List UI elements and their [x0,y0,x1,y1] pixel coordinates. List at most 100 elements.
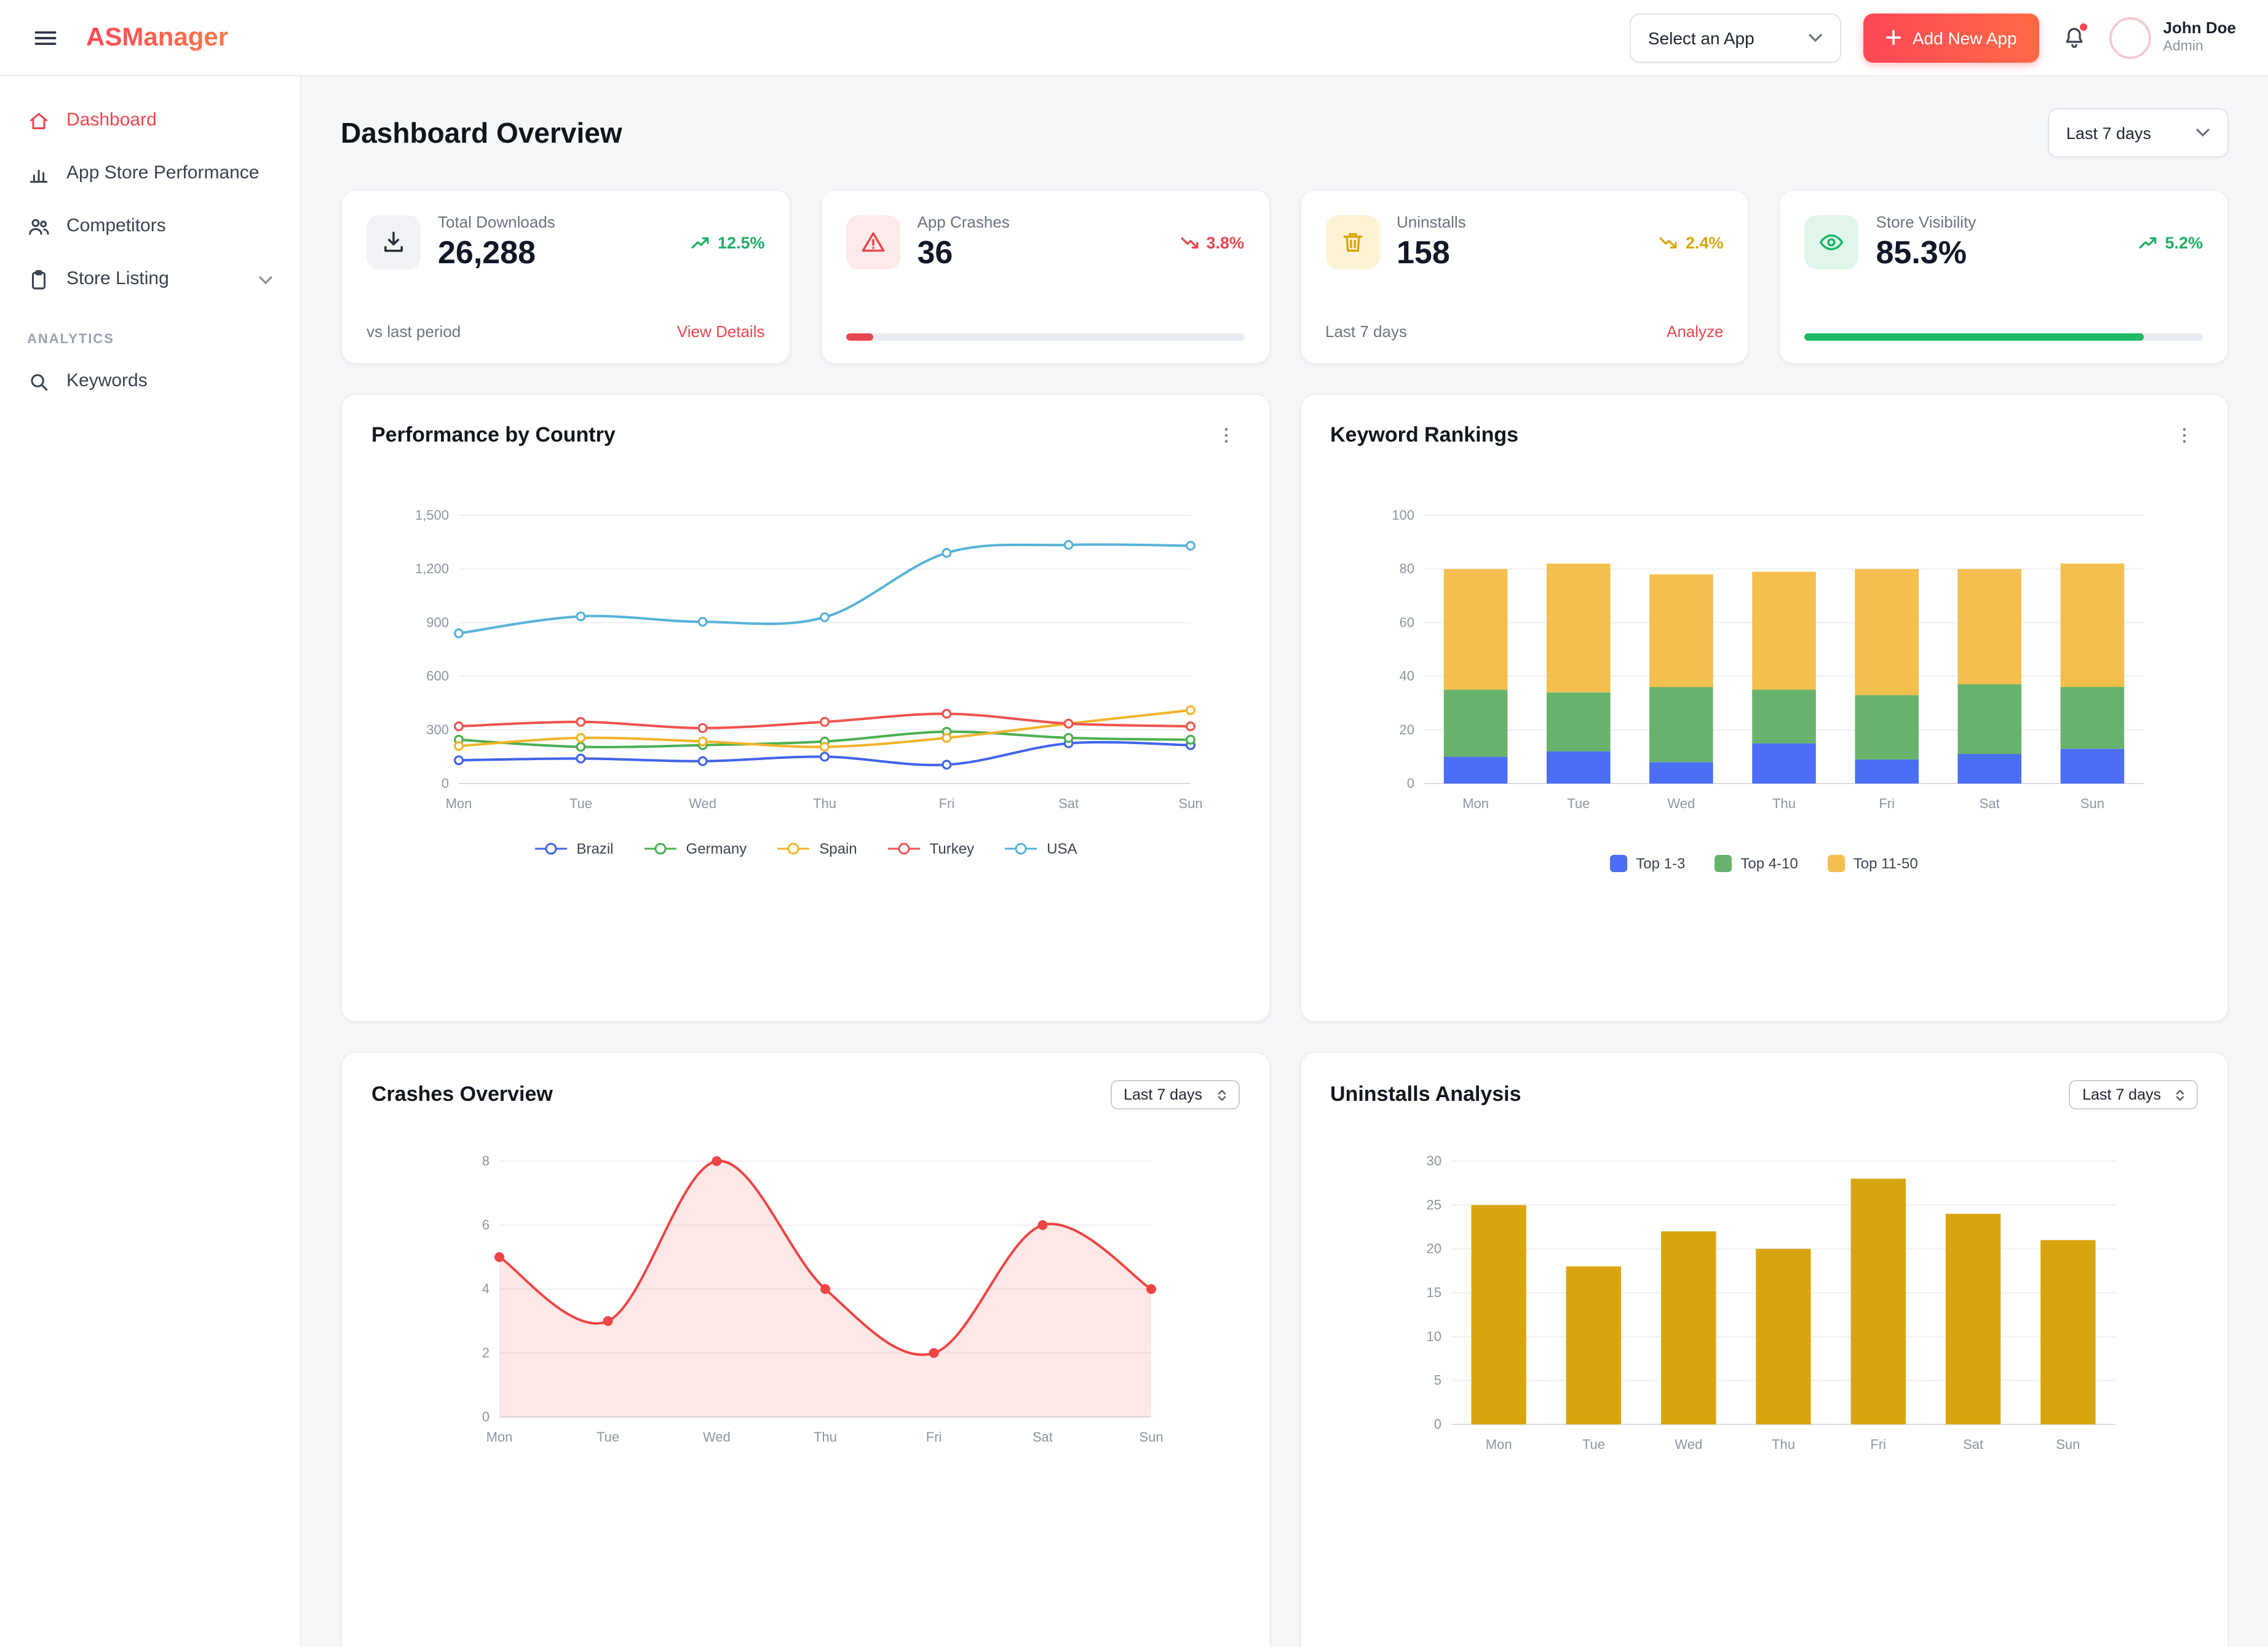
svg-text:Wed: Wed [702,1429,730,1445]
svg-text:300: 300 [427,722,450,737]
uninstalls-range-select[interactable]: Last 7 days [2069,1080,2198,1109]
chart-menu-button[interactable] [1212,422,1239,449]
svg-text:5: 5 [1434,1373,1441,1388]
legend-item[interactable]: Top 4-10 [1715,855,1798,872]
svg-text:Mon: Mon [1486,1437,1512,1452]
svg-text:Thu: Thu [814,796,837,811]
trend-badge: 2.4% [1660,233,1724,252]
legend-marker-icon [534,843,567,855]
analyze-link[interactable]: Analyze [1667,322,1724,341]
svg-text:60: 60 [1399,614,1414,630]
svg-text:2: 2 [482,1345,489,1360]
svg-text:Tue: Tue [1582,1437,1605,1452]
svg-text:Sat: Sat [1964,1437,1984,1452]
brand-logo: ASManager [86,23,229,51]
sidebar-item-app-store-performance[interactable]: App Store Performance [15,149,285,199]
svg-text:30: 30 [1427,1153,1441,1169]
menu-toggle-button[interactable] [32,24,59,51]
svg-text:Thu: Thu [814,1429,837,1445]
svg-text:Sun: Sun [1179,796,1203,811]
svg-text:40: 40 [1399,669,1414,684]
sidebar-item-store-listing[interactable]: Store Listing [15,255,285,305]
chart-title: Uninstalls Analysis [1330,1082,1521,1106]
legend-marker-icon [887,843,920,855]
svg-text:0: 0 [482,1409,489,1424]
chart-title: Crashes Overview [371,1082,553,1106]
visibility-progress-track [1804,333,2203,341]
date-range-select[interactable]: Last 7 days [2047,108,2229,157]
chevron-down-icon [259,276,272,284]
app-select[interactable]: Select an App [1629,13,1841,62]
sidebar-item-competitors[interactable]: Competitors [15,202,285,252]
sidebar-item-dashboard[interactable]: Dashboard [15,96,285,146]
trend-value: 2.4% [1685,233,1724,252]
stat-value: 158 [1397,234,1450,271]
svg-text:Mon: Mon [486,1429,512,1445]
clipboard-icon [31,270,46,290]
stat-card-app-crashes: App Crashes 36 3.8% [820,189,1270,364]
svg-text:Sun: Sun [2080,796,2104,811]
legend-marker-icon [777,843,810,855]
legend-item[interactable]: Top 1-3 [1610,855,1685,872]
stat-value: 26,288 [438,234,536,271]
legend-label: Spain [819,840,857,857]
crashes-range-select[interactable]: Last 7 days [1110,1080,1239,1109]
svg-text:Wed: Wed [1675,1437,1703,1452]
svg-text:Sun: Sun [1139,1429,1163,1445]
stat-card-uninstalls: Uninstalls 158 2.4% Last 7 days Analyze [1299,189,1750,364]
view-details-link[interactable]: View Details [677,322,765,341]
svg-text:1,500: 1,500 [415,507,449,523]
svg-text:Fri: Fri [926,1429,942,1445]
legend-marker-icon [1005,843,1037,855]
sidebar-section-analytics: ANALYTICS [27,332,114,347]
svg-text:4: 4 [482,1281,489,1296]
date-range-value: Last 7 days [2066,124,2151,142]
legend-label: Turkey [929,840,975,857]
keyword-rankings-card: Keyword Rankings 0 20 40 60 80 100 Mon Tue Wed Th… [1299,394,2229,1022]
svg-text:900: 900 [427,614,450,630]
sidebar-item-label: Keywords [66,370,148,392]
stat-label: Total Downloads [438,213,555,231]
svg-text:Mon: Mon [446,796,472,811]
notifications-button[interactable] [2061,22,2088,50]
legend-item[interactable]: Brazil [534,840,614,857]
trend-down-icon [1180,236,1198,248]
add-new-app-button[interactable]: Add New App [1863,13,2039,62]
legend-item[interactable]: Turkey [887,840,974,857]
users-icon [29,219,49,235]
trend-badge: 5.2% [2139,233,2203,252]
sidebar-item-label: Competitors [66,215,166,237]
keyword-rankings-chart: 0 20 40 60 80 100 Mon Tue Wed Thu Fri Sat Sun [1392,507,2144,811]
crashes-progress-track [846,333,1244,341]
chevron-down-icon [1809,33,1822,42]
legend-label: USA [1047,840,1077,857]
charts-row-2: Crashes Overview Last 7 days 0 2 4 6 8 Mon Tue… [341,1052,2229,1647]
stat-label: App Crashes [917,213,1010,231]
legend-item[interactable]: Top 11-50 [1827,855,1918,872]
topbar: ASManager Select an App Add New App John… [0,0,2268,76]
sidebar-item-keywords[interactable]: Keywords [15,357,285,407]
stat-footer-text: Last 7 days [1325,322,1407,341]
user-menu[interactable]: John Doe Admin [2109,17,2236,58]
legend-item[interactable]: USA [1004,840,1077,857]
trend-up-icon [692,236,710,248]
legend-label: Top 1-3 [1636,855,1686,872]
add-new-app-label: Add New App [1912,28,2017,47]
svg-text:25: 25 [1427,1197,1441,1212]
eye-icon [1804,215,1859,269]
notification-dot [2078,22,2088,32]
chart-legend: Top 1-3 Top 4-10 Top 11-50 [1330,855,2198,872]
svg-text:0: 0 [442,776,449,791]
home-icon [30,113,48,130]
svg-text:0: 0 [1434,1416,1441,1432]
legend-swatch [1610,855,1628,872]
legend-label: Germany [686,840,747,857]
svg-text:Sat: Sat [1059,796,1079,811]
legend-item[interactable]: Germany [643,840,747,857]
legend-item[interactable]: Spain [776,840,857,857]
legend-label: Top 11-50 [1853,855,1918,872]
chart-menu-button[interactable] [2171,422,2198,449]
svg-text:Wed: Wed [1667,796,1695,811]
page-title: Dashboard Overview [341,116,622,148]
uninstalls-analysis-card: Uninstalls Analysis Last 7 days 0 5 10 15 20… [1299,1052,2229,1647]
